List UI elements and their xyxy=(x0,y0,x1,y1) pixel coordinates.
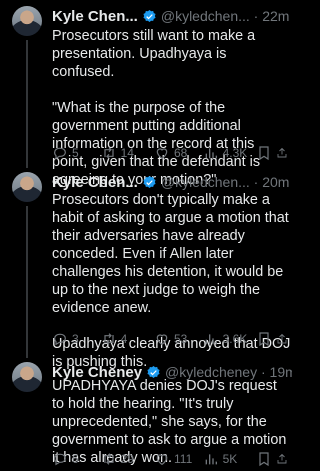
repost-button[interactable]: 14 xyxy=(101,145,154,161)
verified-badge-icon xyxy=(143,9,156,22)
views-button[interactable]: 3.6K xyxy=(203,331,256,347)
repost-button[interactable]: 29 xyxy=(101,451,154,467)
thread-line xyxy=(26,206,28,358)
repost-button[interactable]: 4 xyxy=(101,331,154,347)
avatar[interactable] xyxy=(12,6,42,36)
tweet[interactable]: Kyle Chen... @kyledchen... · 20m ··· Pro… xyxy=(0,172,300,370)
verified-badge-icon xyxy=(143,175,156,188)
views-button[interactable]: 4.3K xyxy=(203,145,256,161)
views-count: 4.3K xyxy=(222,146,248,160)
like-icon xyxy=(156,334,168,346)
reply-icon xyxy=(54,333,66,346)
views-button[interactable]: 5K xyxy=(203,451,256,467)
bookmark-button[interactable] xyxy=(256,451,276,467)
action-bar: 6 29 111 5K xyxy=(52,450,292,468)
views-count: 3.6K xyxy=(222,332,248,346)
reply-count: 5 xyxy=(72,146,79,160)
like-count: 53 xyxy=(174,332,188,346)
separator-dot: · xyxy=(249,8,263,24)
repost-count: 14 xyxy=(120,146,134,160)
like-count: 68 xyxy=(174,146,188,160)
tweet-text: Prosecutors still want to make a present… xyxy=(52,28,261,188)
share-button[interactable] xyxy=(276,451,292,467)
like-button[interactable]: 111 xyxy=(154,451,203,467)
action-bar: 3 4 53 3.6K xyxy=(52,330,292,348)
repost-count: 4 xyxy=(120,332,128,346)
like-button[interactable]: 53 xyxy=(154,331,203,347)
repost-icon xyxy=(103,333,114,345)
share-button[interactable] xyxy=(276,331,292,347)
timestamp[interactable]: 22m xyxy=(262,8,289,24)
avatar[interactable] xyxy=(12,362,42,392)
repost-count: 29 xyxy=(120,452,134,466)
reply-icon xyxy=(54,453,66,466)
reply-count: 6 xyxy=(72,452,79,466)
author-handle[interactable]: @kyledchen... xyxy=(161,8,250,24)
views-icon xyxy=(205,454,217,465)
reply-button[interactable]: 3 xyxy=(52,331,101,347)
bookmark-button[interactable] xyxy=(256,145,276,161)
action-bar: 5 14 68 4.3K xyxy=(52,144,292,162)
like-count: 111 xyxy=(174,452,193,466)
share-icon xyxy=(277,333,287,344)
reply-count: 3 xyxy=(72,332,79,346)
reply-button[interactable]: 6 xyxy=(52,451,101,467)
bookmark-button[interactable] xyxy=(256,331,276,347)
reply-icon xyxy=(54,147,66,160)
like-icon xyxy=(156,454,168,466)
bookmark-icon xyxy=(259,452,269,467)
tweet[interactable]: Kyle Cheney @kyledcheney · 19m UPADHYAYA… xyxy=(0,362,300,468)
like-button[interactable]: 68 xyxy=(154,145,203,161)
tweet-feed: Kyle Chen... @kyledchen... · 22m ··· Pro… xyxy=(0,0,300,471)
thread-line xyxy=(26,40,28,168)
share-button[interactable] xyxy=(276,145,292,161)
share-icon xyxy=(277,147,287,158)
repost-icon xyxy=(103,453,114,465)
timestamp[interactable]: 20m xyxy=(262,174,289,190)
tweet-header: Kyle Chen... @kyledchen... · 22m ··· xyxy=(52,6,292,26)
author-name[interactable]: Kyle Chen... xyxy=(52,8,138,25)
reply-button[interactable]: 5 xyxy=(52,145,101,161)
repost-icon xyxy=(103,147,114,159)
author-name[interactable]: Kyle Chen... xyxy=(52,174,138,191)
views-icon xyxy=(205,148,217,159)
views-count: 5K xyxy=(222,452,238,466)
views-icon xyxy=(205,334,217,345)
tweet-header: Kyle Chen... @kyledchen... · 20m ··· xyxy=(52,172,292,192)
author-handle[interactable]: @kyledchen... xyxy=(161,174,250,190)
avatar[interactable] xyxy=(12,172,42,202)
share-icon xyxy=(277,453,287,464)
bookmark-icon xyxy=(259,146,269,161)
like-icon xyxy=(156,148,168,160)
separator-dot: · xyxy=(249,174,263,190)
bookmark-icon xyxy=(259,332,269,347)
tweet[interactable]: Kyle Chen... @kyledchen... · 22m ··· Pro… xyxy=(0,6,300,188)
